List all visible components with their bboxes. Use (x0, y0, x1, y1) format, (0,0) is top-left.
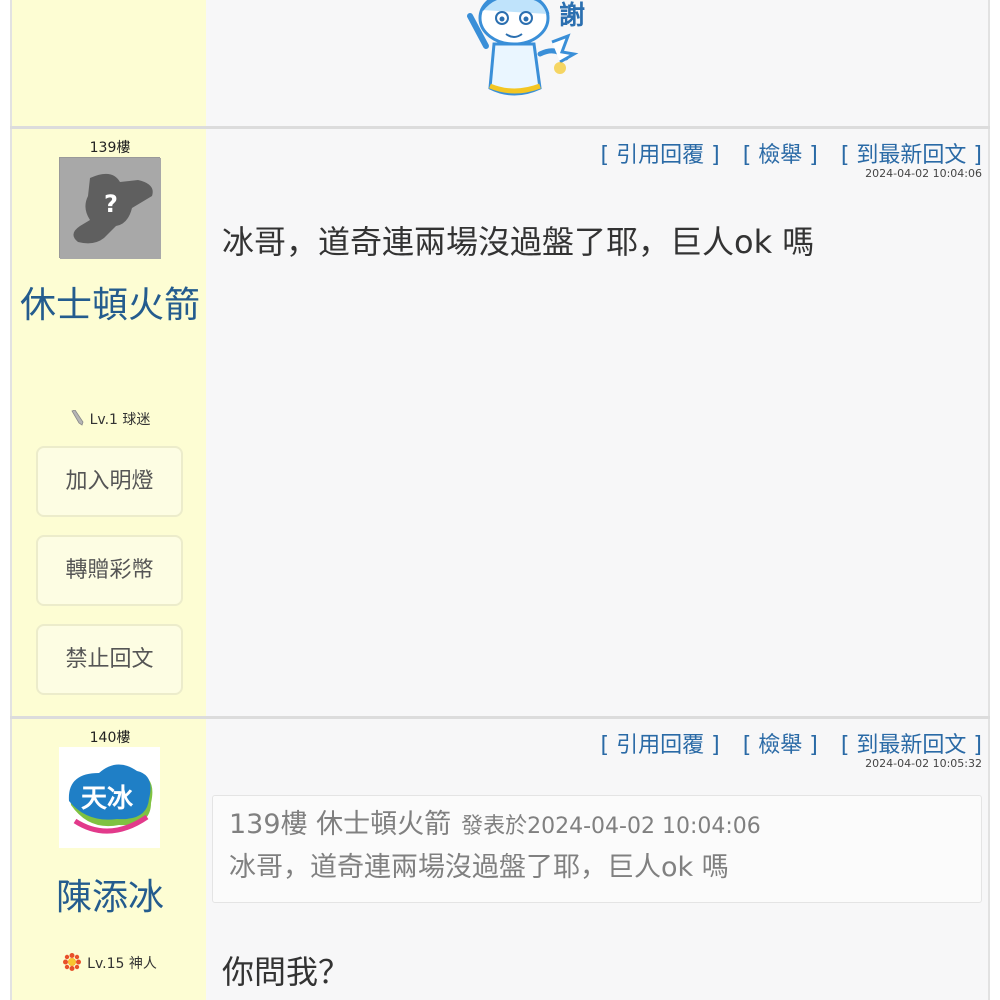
post-timestamp: 2024-04-02 10:05:32 (865, 757, 982, 770)
post-sidebar: 139樓 ? 休士頓火箭 Lv.1 球迷 加入明燈 轉贈彩幣 禁止回文 (10, 129, 206, 717)
floor-number: 139樓 (89, 140, 131, 156)
quote-posted-time: 發表於2024-04-02 10:04:06 (461, 814, 761, 839)
avatar-brand-text: 天冰 (81, 784, 134, 814)
brand-logo-avatar: 天冰 (59, 747, 160, 848)
post-content: 冰哥，道奇連兩場沒過盤了耶，巨人ok 嗎 (222, 223, 815, 261)
transfer-coins-button[interactable]: 轉贈彩幣 (36, 535, 183, 606)
post-body: [ 引用回覆 ] [ 檢舉 ] [ 到最新回文 ] 2024-04-02 10:… (206, 129, 990, 717)
unknown-avatar-icon: ? (60, 158, 161, 259)
post-timestamp: 2024-04-02 10:04:06 (865, 167, 982, 180)
ban-reply-button[interactable]: 禁止回文 (36, 624, 183, 695)
user-level: Lv.15 神人 (12, 953, 208, 975)
latest-reply-link[interactable]: [ 到最新回文 ] (841, 143, 982, 168)
report-link[interactable]: [ 檢舉 ] (743, 143, 818, 168)
svg-text:?: ? (104, 190, 118, 218)
post-sidebar: 140樓 天冰 陳添冰 Lv.15 神人 (10, 719, 206, 1000)
user-level: Lv.1 球迷 (12, 409, 208, 430)
quote-header: 139樓 休士頓火箭 發表於2024-04-02 10:04:06 (229, 806, 965, 846)
post-content: 你問我？ (222, 953, 351, 991)
thank-you-sticker: 謝 (467, 0, 585, 96)
flower-badge-icon (63, 953, 82, 975)
avatar[interactable]: ? (59, 157, 161, 259)
post-140: 140樓 天冰 陳添冰 Lv.15 神人 [引用回覆] [檢舉] [到… (10, 719, 990, 1000)
avatar[interactable]: 天冰 (59, 747, 160, 848)
user-level-label: Lv.15 神人 (87, 956, 157, 972)
add-light-button[interactable]: 加入明燈 (36, 446, 183, 517)
quote-reply-link[interactable]: [ 引用回覆 ] (601, 733, 720, 758)
post-body: [ 引用回覆 ] [ 檢舉 ] [ 到最新回文 ] 2024-04-02 10:… (206, 719, 990, 1000)
pencil-icon (70, 409, 84, 430)
post-139: 139樓 ? 休士頓火箭 Lv.1 球迷 加入明燈 轉贈彩幣 禁止回文 [ 引用… (10, 129, 990, 717)
report-link[interactable]: [ 檢舉 ] (743, 733, 818, 758)
post-138: 謝 (10, 0, 990, 127)
post-body: 謝 (206, 0, 990, 127)
latest-reply-link[interactable]: [ 到最新回文 ] (841, 733, 982, 758)
post-sidebar (10, 0, 206, 127)
username[interactable]: 陳添冰 (12, 871, 208, 925)
quote-author: 139樓 休士頓火箭 (229, 809, 452, 840)
post-actions: [ 引用回覆 ] [ 檢舉 ] [ 到最新回文 ] (585, 137, 982, 169)
post-actions: [ 引用回覆 ] [ 檢舉 ] [ 到最新回文 ] (585, 727, 982, 759)
user-level-label: Lv.1 球迷 (89, 412, 151, 428)
sticker-text: 謝 (559, 0, 585, 31)
floor-number: 140樓 (89, 730, 131, 746)
username[interactable]: 休士頓火箭 (12, 279, 208, 333)
quoted-post: 139樓 休士頓火箭 發表於2024-04-02 10:04:06 冰哥，道奇連兩… (212, 795, 982, 903)
quote-content: 冰哥，道奇連兩場沒過盤了耶，巨人ok 嗎 (229, 852, 729, 883)
quote-reply-link[interactable]: [ 引用回覆 ] (601, 143, 720, 168)
